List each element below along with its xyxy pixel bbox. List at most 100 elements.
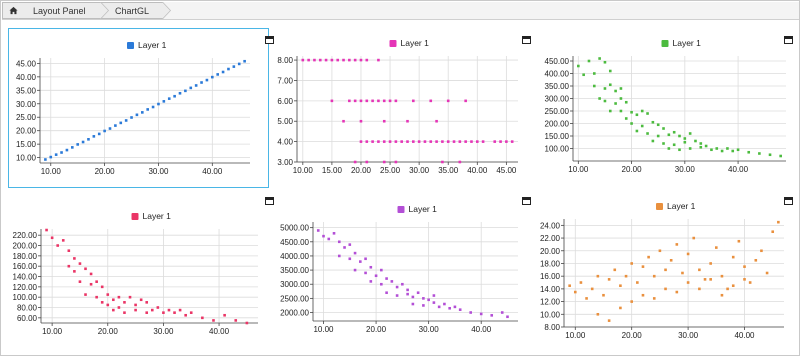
data-point <box>731 255 735 259</box>
data-point <box>324 58 328 62</box>
data-point <box>134 303 137 307</box>
x-tick-label: 20.00 <box>351 166 372 175</box>
y-tick-label: 5000.00 <box>280 224 309 233</box>
data-point <box>683 140 687 144</box>
data-point <box>619 97 623 100</box>
data-point <box>726 147 729 150</box>
x-tick-label: 45.00 <box>496 166 517 175</box>
scatter-chart: Layer 1 10.00 15.00 20.00 25.00 30.00 35.00 40.… <box>277 38 518 175</box>
y-tick-label: 200.00 <box>545 120 570 129</box>
x-tick-label: 40.00 <box>471 325 492 334</box>
data-point <box>429 140 433 143</box>
data-point <box>651 139 655 143</box>
data-point <box>44 158 47 161</box>
data-point <box>510 140 514 143</box>
data-point <box>227 67 230 71</box>
maximize-icon[interactable] <box>522 36 531 44</box>
y-tick-label: 18.00 <box>540 259 561 268</box>
y-tick-label: 4000.00 <box>280 252 309 261</box>
data-point <box>646 132 649 135</box>
data-point <box>678 148 681 152</box>
data-point <box>167 97 171 100</box>
data-point <box>614 102 617 105</box>
data-point <box>613 268 617 272</box>
data-point <box>577 64 580 68</box>
data-point <box>369 280 373 283</box>
data-point <box>401 282 404 286</box>
data-point <box>652 297 656 300</box>
data-point <box>221 70 225 74</box>
x-tick-label: 40.00 <box>728 165 749 174</box>
data-point <box>157 102 160 106</box>
y-tick-label: 220.00 <box>13 231 38 240</box>
x-tick-label: 30.00 <box>409 166 430 175</box>
data-point <box>715 246 718 249</box>
data-point <box>422 304 425 307</box>
data-point <box>479 312 483 316</box>
y-tick-label: 3000.00 <box>280 280 309 289</box>
data-point <box>150 308 154 312</box>
data-point <box>603 60 607 64</box>
data-point <box>114 124 117 127</box>
data-point <box>108 127 112 130</box>
data-point <box>619 284 622 288</box>
maximize-icon[interactable] <box>265 197 274 205</box>
data-point <box>73 257 76 260</box>
data-point <box>437 305 441 309</box>
data-point <box>720 149 724 153</box>
data-point <box>475 140 479 143</box>
data-point <box>128 295 132 299</box>
data-point <box>704 144 708 148</box>
data-point <box>67 249 71 252</box>
data-point <box>301 58 305 62</box>
x-tick-label: 20.00 <box>622 331 643 340</box>
breadcrumb-item-layout-panel[interactable]: Layout Panel <box>18 2 108 19</box>
data-point <box>699 142 703 145</box>
chart-panel-3[interactable]: Layer 1 10.00 20.00 30.00 40.00 100.00 150.00 2… <box>529 28 791 188</box>
data-point <box>359 99 363 103</box>
data-point <box>624 274 628 278</box>
data-point <box>92 135 96 138</box>
data-point <box>500 311 504 314</box>
data-point <box>698 287 701 291</box>
grid <box>313 222 518 321</box>
data-point <box>499 140 502 143</box>
data-point <box>768 153 772 157</box>
data-point <box>469 311 472 314</box>
data-point <box>678 134 681 138</box>
maximize-icon[interactable] <box>784 197 793 205</box>
data-point <box>184 313 187 317</box>
legend-swatch <box>661 40 669 47</box>
y-tick-label: 12.00 <box>540 298 561 307</box>
maximize-icon[interactable] <box>522 197 531 205</box>
data-point <box>100 285 104 289</box>
x-tick-label: 30.00 <box>675 165 696 174</box>
data-point <box>318 58 322 62</box>
maximize-icon[interactable] <box>784 36 793 44</box>
chart-panel-4[interactable]: Layer 1 10.00 20.00 30.00 40.00 60.00 80.00 100… <box>8 201 269 336</box>
data-point <box>189 86 193 90</box>
data-point <box>596 274 600 278</box>
data-point <box>686 281 690 284</box>
data-point <box>630 300 633 303</box>
chart-panel-2[interactable]: Layer 1 10.00 15.00 20.00 25.00 30.00 35.00 40.… <box>269 28 527 188</box>
data-point <box>103 129 106 133</box>
data-point <box>506 315 509 319</box>
data-point <box>377 99 380 103</box>
chart-panel-6[interactable]: Layer 1 10.00 20.00 30.00 40.00 8.00 10.00 12.0… <box>529 201 791 340</box>
y-tick-label: 150.00 <box>545 132 570 141</box>
data-point <box>395 294 399 297</box>
y-tick-label: 8.00 <box>277 56 293 65</box>
chart-panel-1[interactable]: Layer 1 10.00 20.00 30.00 40.00 10.00 15.00 20.… <box>8 28 269 188</box>
maximize-icon[interactable] <box>265 36 274 44</box>
data-point <box>141 111 144 114</box>
data-point <box>630 122 633 125</box>
chart-panel-5[interactable]: Layer 1 10.00 20.00 30.00 40.00 2000.00 2500.0… <box>269 201 527 334</box>
data-point <box>481 140 485 143</box>
data-point <box>382 119 386 123</box>
data-point <box>688 147 692 150</box>
breadcrumb-item-chartgl[interactable]: ChartGL <box>100 2 170 19</box>
y-tick-label: 4500.00 <box>280 238 309 247</box>
data-point <box>777 220 780 224</box>
data-point <box>731 149 735 153</box>
